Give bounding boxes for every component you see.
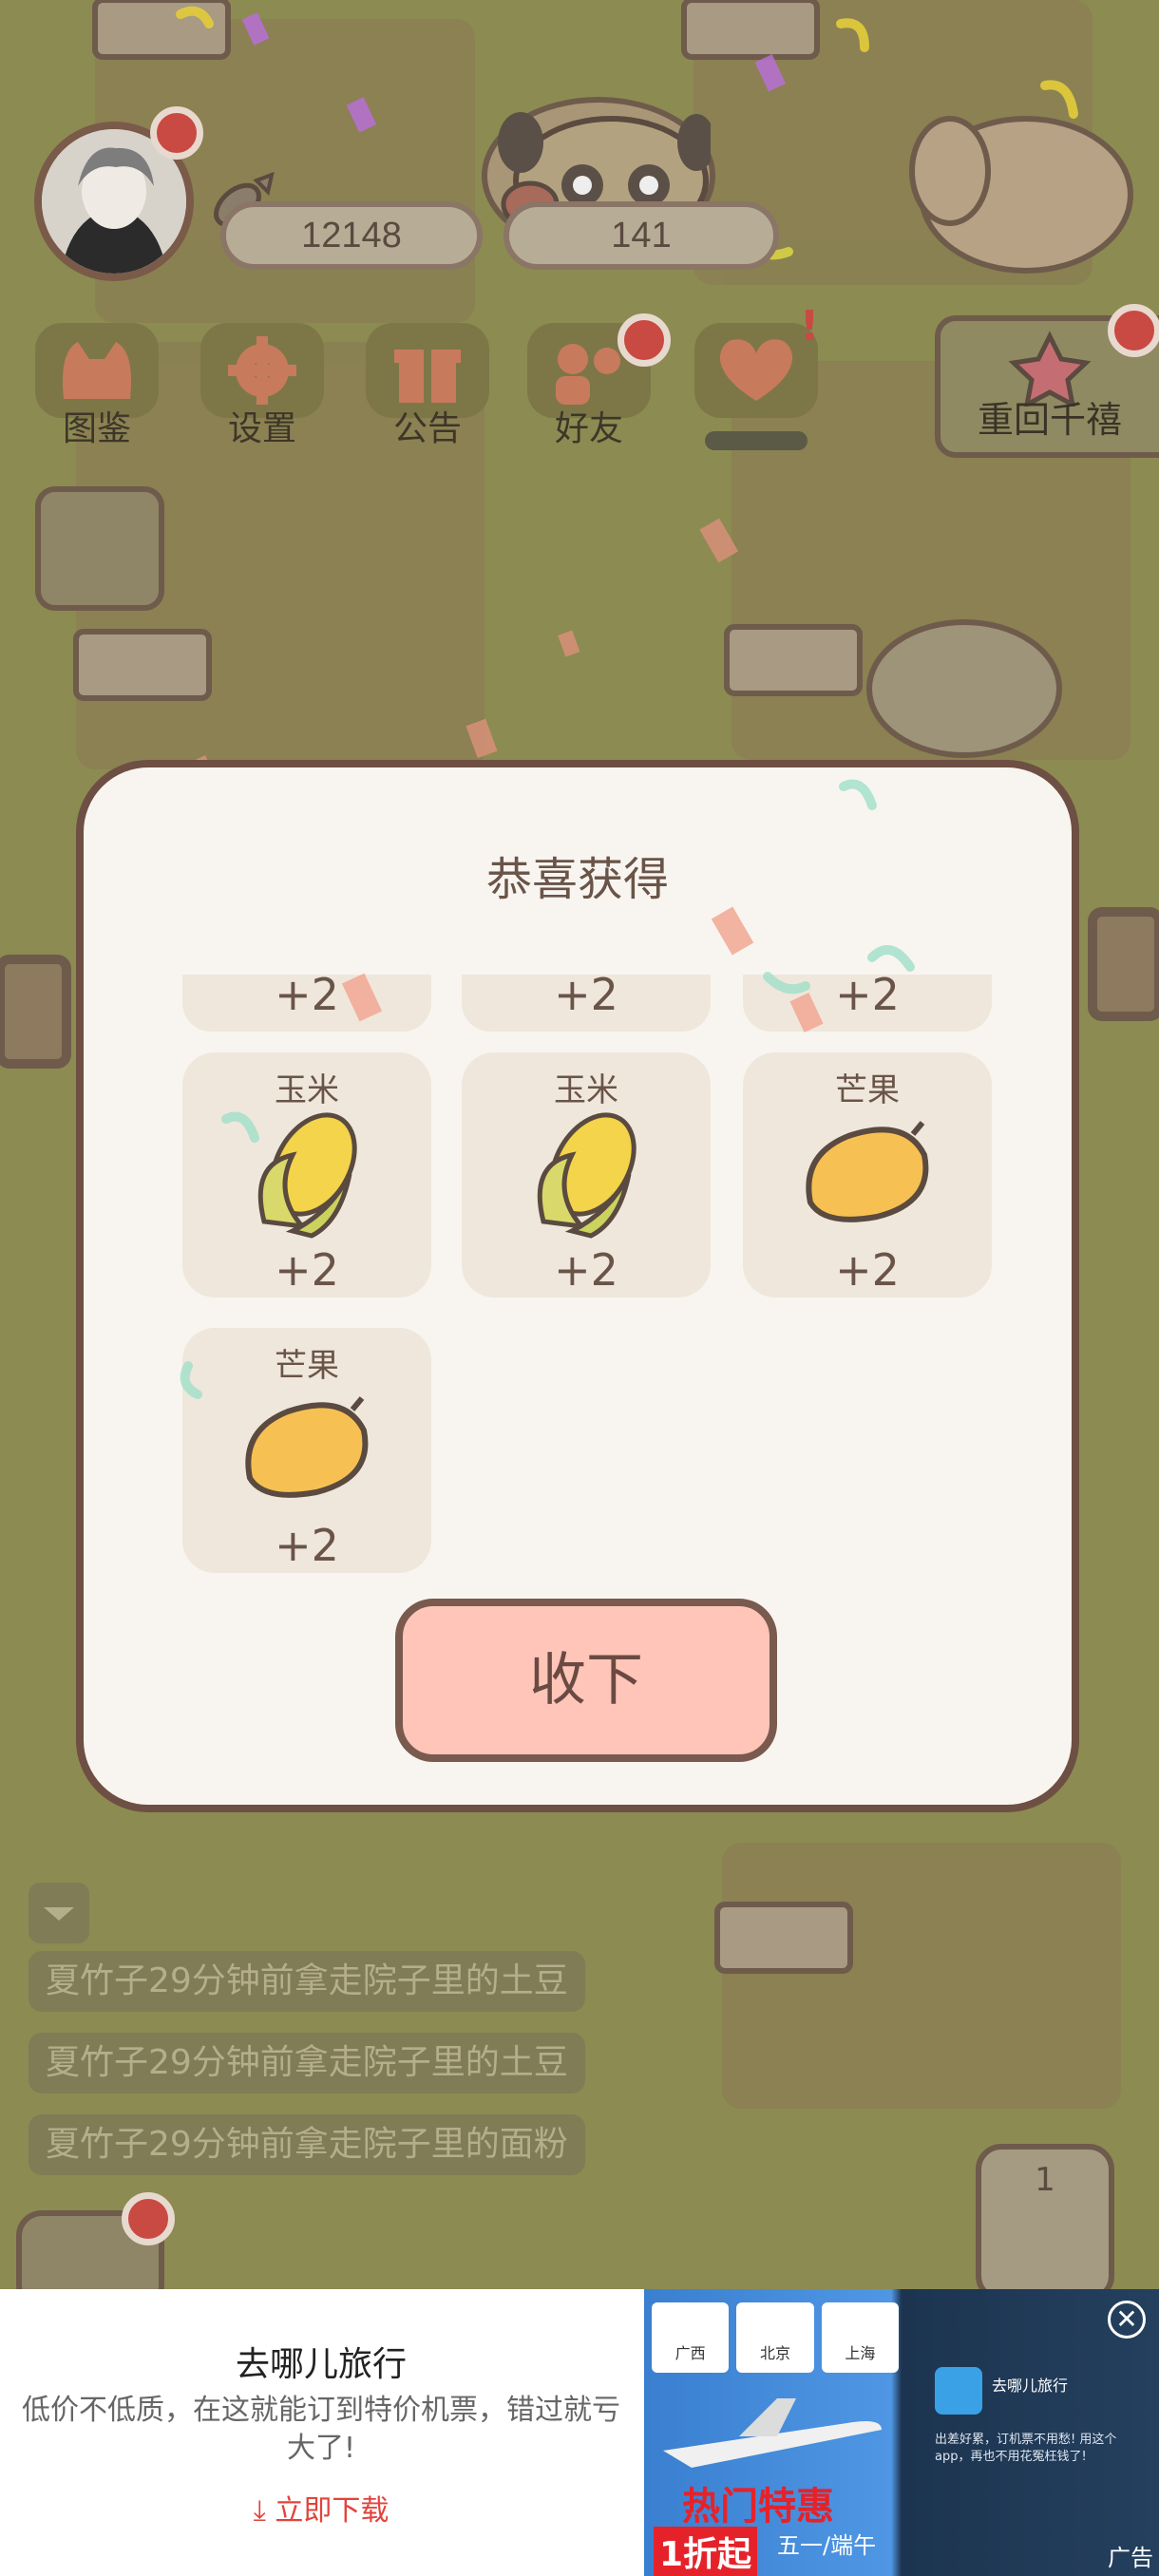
download-icon: ⤓ bbox=[253, 2494, 266, 2528]
ad-city: 北京 bbox=[736, 2302, 814, 2373]
reunion-button-label: 重回千禧 bbox=[977, 399, 1122, 441]
collect-button[interactable]: 收下 bbox=[395, 1599, 777, 1762]
ad-label: 广告 bbox=[1108, 2545, 1153, 2571]
fish-count: 12148 bbox=[220, 201, 483, 270]
bear-notification-dot bbox=[122, 2192, 175, 2245]
ad-banner[interactable]: 去哪儿旅行 低价不低质，在这就能订到特价机票，错过就亏大了! ⤓ 立即下载 广西… bbox=[0, 2289, 1159, 2576]
ad-app-logo-icon bbox=[935, 2367, 982, 2415]
log-message: 夏竹子29分钟前拿走院子里的土豆 bbox=[28, 1951, 585, 2012]
ad-city: 广西 bbox=[652, 2302, 730, 2373]
ad-image[interactable]: 广西 北京 上海 热门特惠 1折起 五一/端午 去哪儿旅行 出差好累，订机票不用… bbox=[644, 2289, 1159, 2576]
reward-dialog: 恭喜获得 +2 +2 +2 玉米 +2 玉米 +2 芒果 +2 芒果 +2 收下 bbox=[76, 760, 1079, 1812]
menu-settings-button[interactable]: 设置 bbox=[186, 323, 338, 456]
chevron-down-icon bbox=[44, 1907, 74, 1921]
ad-subtitle: 五一/端午 bbox=[777, 2532, 877, 2559]
menu-label: 公告 bbox=[392, 409, 462, 448]
ad-description: 低价不低质，在这就能订到特价机票，错过就亏大了! bbox=[22, 2394, 620, 2465]
reunion-notification-dot bbox=[1108, 304, 1159, 357]
exclamation-icon: ! bbox=[800, 302, 820, 350]
menu-collection-button[interactable]: 图鉴 bbox=[21, 323, 173, 456]
ad-download-button[interactable]: ⤓ 立即下载 bbox=[0, 2487, 642, 2529]
collapse-log-button[interactable] bbox=[28, 1883, 89, 1943]
menu-label: 设置 bbox=[227, 409, 296, 448]
ad-headline: 热门特惠 bbox=[682, 2485, 834, 2529]
log-message: 夏竹子29分钟前拿走院子里的面粉 bbox=[28, 2114, 585, 2175]
ad-download-label: 立即下载 bbox=[275, 2494, 390, 2528]
counter-badge: 1 bbox=[1035, 2161, 1055, 2199]
menu-notice-button[interactable]: 公告 bbox=[352, 323, 504, 456]
ad-price: 1折起 bbox=[654, 2527, 758, 2576]
menu-label: 图鉴 bbox=[62, 409, 131, 448]
avatar-notification-dot bbox=[150, 106, 203, 160]
ad-city-row: 广西 北京 上海 bbox=[652, 2302, 899, 2373]
ad-city: 上海 bbox=[821, 2302, 899, 2373]
airplane-icon bbox=[663, 2398, 882, 2468]
progress-bar bbox=[705, 431, 808, 450]
menu-label: 好友 bbox=[554, 409, 623, 448]
ad-app-name: 去哪儿旅行 bbox=[992, 2377, 1069, 2395]
log-message: 夏竹子29分钟前拿走院子里的土豆 bbox=[28, 2033, 585, 2093]
close-icon[interactable]: ✕ bbox=[1108, 2301, 1146, 2339]
pug-count: 141 bbox=[504, 201, 779, 270]
ad-title: 去哪儿旅行 bbox=[235, 2345, 407, 2384]
ad-app-text: 出差好累，订机票不用愁! 用这个app，再也不用花冤枉钱了! bbox=[935, 2433, 1117, 2464]
friends-notification-dot bbox=[618, 313, 671, 367]
